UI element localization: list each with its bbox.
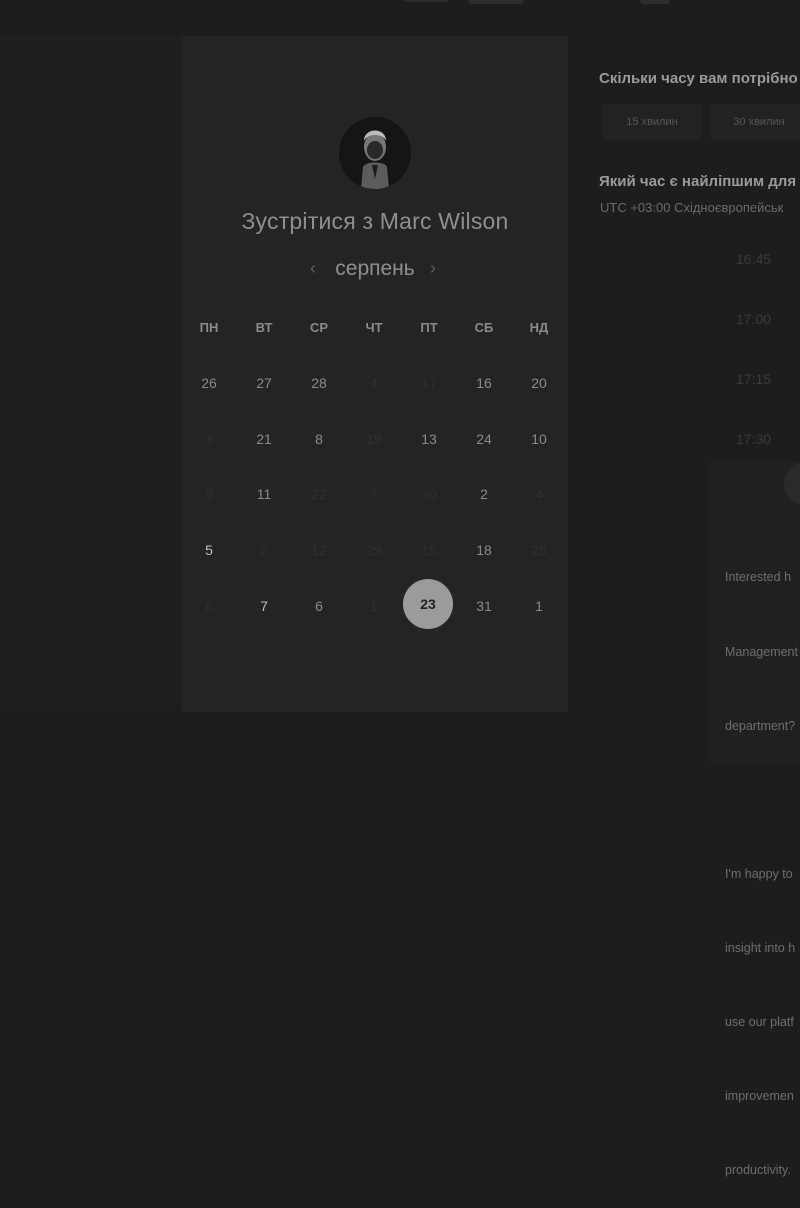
calendar-day[interactable]: 31 (462, 584, 506, 628)
info-line: Management (725, 644, 798, 659)
info-description: Interested h Management department? I'm … (725, 516, 800, 1208)
calendar-day[interactable]: 7 (242, 584, 286, 628)
duration-option-15[interactable]: 15 хвилин (602, 104, 702, 140)
calendar-day[interactable]: 2 (462, 472, 506, 516)
calendar-day: 29 (366, 542, 382, 558)
weekday-fri: ПТ (420, 320, 438, 335)
weekday-wed: СР (309, 320, 329, 335)
info-line: use our platf (725, 1015, 794, 1030)
calendar-day: 2 (260, 542, 268, 558)
month-header: серпень (182, 257, 568, 281)
calendar-day[interactable]: 20 (517, 361, 561, 405)
weekday-mon: ПН (199, 320, 219, 335)
month-label: серпень (335, 257, 415, 280)
info-line: I'm happy to (725, 866, 793, 881)
duration-option-30[interactable]: 30 хвилин (710, 104, 800, 140)
brand-wordmark (468, 0, 524, 4)
calendar-day: 9 (205, 486, 213, 502)
calendar-day[interactable]: 28 (297, 361, 341, 405)
calendar-day[interactable]: 1 (517, 584, 561, 628)
calendar-day[interactable]: 8 (297, 417, 341, 461)
calendar-day: 30 (421, 486, 437, 502)
calendar-day[interactable]: 6 (297, 584, 341, 628)
calendar-day[interactable]: 24 (462, 417, 506, 461)
calendar-day[interactable]: 11 (242, 472, 286, 516)
weekday-thu: ЧТ (365, 320, 383, 335)
duration-heading: Скільки часу вам потрібно (599, 70, 798, 87)
weekday-sat: СБ (474, 320, 494, 335)
time-heading: Який час є найліпшим для (599, 173, 797, 190)
calendar-day: 4 (370, 375, 378, 391)
brand-logo (388, 0, 452, 18)
calendar-day: 17 (421, 375, 437, 391)
info-line: department? (725, 718, 796, 733)
calendar-day[interactable]: 27 (242, 361, 286, 405)
brand-wordmark-part (640, 0, 670, 4)
calendar-day: 1 (370, 598, 378, 614)
weekday-tue: ВТ (255, 320, 273, 335)
info-line (725, 788, 800, 813)
background-panel (0, 36, 182, 706)
calendar-day: 7 (370, 486, 378, 502)
info-line: productivity. (725, 1163, 791, 1178)
calendar-day: 6 (205, 598, 213, 614)
info-line: improvemen (725, 1089, 794, 1104)
calendar-day[interactable]: 18 (462, 528, 506, 572)
page-title: Зустрітися з Marc Wilson (241, 208, 509, 234)
time-slot[interactable]: 17:30 (736, 431, 771, 447)
calendar-day[interactable]: 21 (242, 417, 286, 461)
calendar-day-selected[interactable]: 23 (403, 579, 453, 629)
calendar-day: 25 (531, 542, 547, 558)
calendar-day[interactable]: 5 (187, 528, 231, 572)
calendar-day[interactable]: 16 (462, 361, 506, 405)
calendar-day: 22 (311, 486, 327, 502)
time-slot[interactable]: 17:15 (736, 371, 771, 387)
calendar-day: 19 (366, 431, 382, 447)
calendar-day[interactable]: 10 (517, 417, 561, 461)
info-line: insight into h (725, 940, 796, 955)
timezone-selector[interactable]: UTC +03:00 Східноєвропейськ (600, 200, 783, 215)
weekday-sun: НД (529, 320, 549, 335)
calendar-day: 12 (311, 542, 327, 558)
info-line: Interested h (725, 570, 792, 585)
next-month-button[interactable]: › (430, 258, 436, 279)
time-slot[interactable]: 16:45 (736, 251, 771, 267)
calendar-day: 15 (421, 542, 437, 558)
avatar (339, 117, 411, 189)
time-slot[interactable]: 17:00 (736, 311, 771, 327)
calendar-day[interactable]: 26 (187, 361, 231, 405)
calendar-day[interactable]: 13 (407, 417, 451, 461)
calendar-day: 3 (205, 431, 213, 447)
calendar-day: 4 (535, 486, 543, 502)
